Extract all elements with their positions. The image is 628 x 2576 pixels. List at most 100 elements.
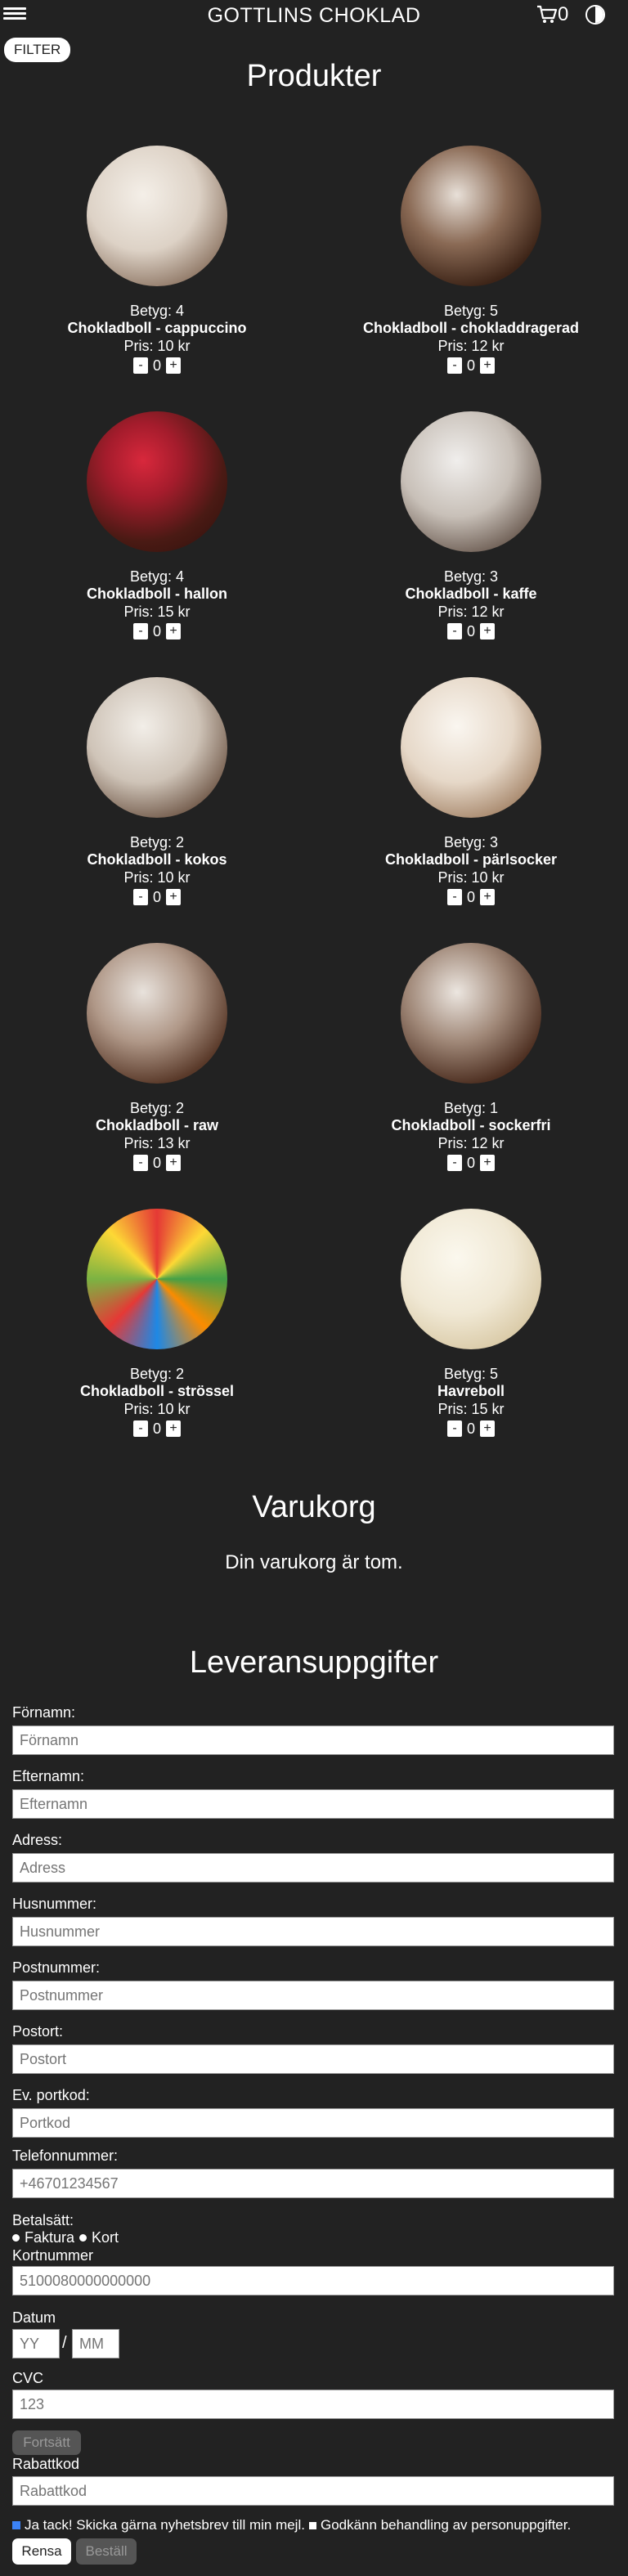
decrease-button[interactable]: - [447, 623, 462, 640]
product-price: Pris: 10 kr [437, 869, 505, 886]
product-card: Betyg: 3 Chokladboll - pärlsocker Pris: … [314, 677, 628, 907]
first-name-label: Förnamn: [12, 1704, 76, 1721]
quantity-stepper: - 0 + [0, 1153, 314, 1173]
increase-button[interactable]: + [166, 889, 181, 905]
product-card: Betyg: 2 Chokladboll - kokos Pris: 10 kr… [0, 677, 314, 907]
decrease-button[interactable]: - [133, 1420, 148, 1437]
invoice-radio[interactable] [12, 2234, 20, 2242]
house-number-field[interactable] [12, 1917, 614, 1946]
quantity-stepper: - 0 + [314, 1153, 628, 1173]
discount-field[interactable] [12, 2476, 614, 2506]
reset-button[interactable]: Rensa [12, 2538, 71, 2565]
decrease-button[interactable]: - [133, 1155, 148, 1171]
quantity-value: 0 [466, 1154, 475, 1171]
cart-count: 0 [558, 3, 569, 25]
consent-row: Ja tack! Skicka gärna nyhetsbrev till mi… [12, 2517, 571, 2533]
quantity-value: 0 [466, 357, 475, 374]
cart-button[interactable]: 0 [536, 3, 568, 26]
month-field[interactable] [72, 2329, 119, 2358]
product-name: Chokladboll - raw [95, 1117, 218, 1133]
quantity-stepper: - 0 + [0, 1419, 314, 1438]
decrease-button[interactable]: - [133, 623, 148, 640]
increase-button[interactable]: + [166, 1155, 181, 1171]
last-name-field[interactable] [12, 1789, 614, 1819]
decrease-button[interactable]: - [447, 1420, 462, 1437]
card-number-field[interactable] [12, 2266, 614, 2296]
product-rating: Betyg: 4 [129, 568, 185, 585]
product-price: Pris: 13 kr [123, 1135, 191, 1151]
newsletter-label: Ja tack! Skicka gärna nyhetsbrev till mi… [25, 2517, 305, 2533]
quantity-value: 0 [152, 888, 161, 905]
product-image [401, 677, 541, 818]
top-header: GOTTLINS CHOKLAD 0 [0, 0, 628, 31]
door-code-label: Ev. portkod: [12, 2087, 90, 2103]
product-rating: Betyg: 5 [443, 303, 499, 319]
house-number-label: Husnummer: [12, 1896, 97, 1912]
product-image [87, 1209, 227, 1349]
product-image [87, 146, 227, 286]
address-field[interactable] [12, 1853, 614, 1883]
card-number-label: Kortnummer [12, 2247, 94, 2264]
quantity-stepper: - 0 + [314, 1419, 628, 1438]
postcode-field[interactable] [12, 1981, 614, 2010]
product-image [401, 411, 541, 552]
products-title: Produkter [246, 59, 382, 93]
decrease-button[interactable]: - [447, 889, 462, 905]
increase-button[interactable]: + [166, 1420, 181, 1437]
product-card: Betyg: 2 Chokladboll - strössel Pris: 10… [0, 1209, 314, 1438]
phone-field[interactable] [12, 2169, 614, 2198]
product-card: Betyg: 4 Chokladboll - hallon Pris: 15 k… [0, 411, 314, 641]
first-name-field[interactable] [12, 1726, 614, 1755]
increase-button[interactable]: + [480, 357, 495, 374]
product-name: Chokladboll - kokos [87, 851, 227, 868]
product-price: Pris: 10 kr [123, 338, 191, 354]
product-image [87, 943, 227, 1084]
cart-icon [537, 5, 558, 23]
product-image [401, 146, 541, 286]
payment-label: Betalsätt: [12, 2212, 74, 2228]
continue-button[interactable]: Fortsätt [12, 2430, 81, 2455]
product-name: Chokladboll - sockerfri [391, 1117, 551, 1133]
address-label: Adress: [12, 1832, 63, 1848]
product-name: Havreboll [437, 1383, 505, 1399]
product-name: Chokladboll - pärlsocker [384, 851, 558, 868]
door-code-field[interactable] [12, 2108, 614, 2138]
terms-checkbox[interactable] [308, 2521, 316, 2529]
decrease-button[interactable]: - [133, 357, 148, 374]
increase-button[interactable]: + [166, 623, 181, 640]
newsletter-checkbox[interactable] [12, 2521, 20, 2529]
product-rating: Betyg: 3 [443, 568, 499, 585]
year-field[interactable] [12, 2329, 60, 2358]
cart-title: Varukorg [252, 1490, 376, 1524]
increase-button[interactable]: + [166, 357, 181, 374]
cvc-field[interactable] [12, 2390, 614, 2419]
product-price: Pris: 10 kr [123, 1401, 191, 1417]
theme-toggle-icon[interactable] [585, 5, 605, 25]
product-name: Chokladboll - chokladdragerad [362, 320, 580, 336]
last-name-label: Efternamn: [12, 1768, 85, 1784]
product-price: Pris: 12 kr [437, 1135, 505, 1151]
city-field[interactable] [12, 2044, 614, 2074]
quantity-stepper: - 0 + [314, 887, 628, 907]
product-image [401, 943, 541, 1084]
product-rating: Betyg: 1 [443, 1100, 499, 1116]
product-rating: Betyg: 2 [129, 834, 185, 850]
decrease-button[interactable]: - [447, 357, 462, 374]
product-image [401, 1209, 541, 1349]
increase-button[interactable]: + [480, 623, 495, 640]
product-card: Betyg: 3 Chokladboll - kaffe Pris: 12 kr… [314, 411, 628, 641]
product-name: Chokladboll - kaffe [405, 586, 537, 602]
product-card: Betyg: 5 Chokladboll - chokladdragerad P… [314, 146, 628, 375]
increase-button[interactable]: + [480, 889, 495, 905]
card-radio[interactable] [79, 2234, 87, 2242]
order-button[interactable]: Beställ [76, 2538, 137, 2565]
decrease-button[interactable]: - [447, 1155, 462, 1171]
quantity-value: 0 [152, 1420, 161, 1437]
quantity-stepper: - 0 + [0, 622, 314, 641]
hamburger-menu-icon[interactable] [3, 5, 26, 23]
product-name: Chokladboll - strössel [79, 1383, 235, 1399]
increase-button[interactable]: + [480, 1420, 495, 1437]
increase-button[interactable]: + [480, 1155, 495, 1171]
decrease-button[interactable]: - [133, 889, 148, 905]
product-card: Betyg: 2 Chokladboll - raw Pris: 13 kr -… [0, 943, 314, 1173]
